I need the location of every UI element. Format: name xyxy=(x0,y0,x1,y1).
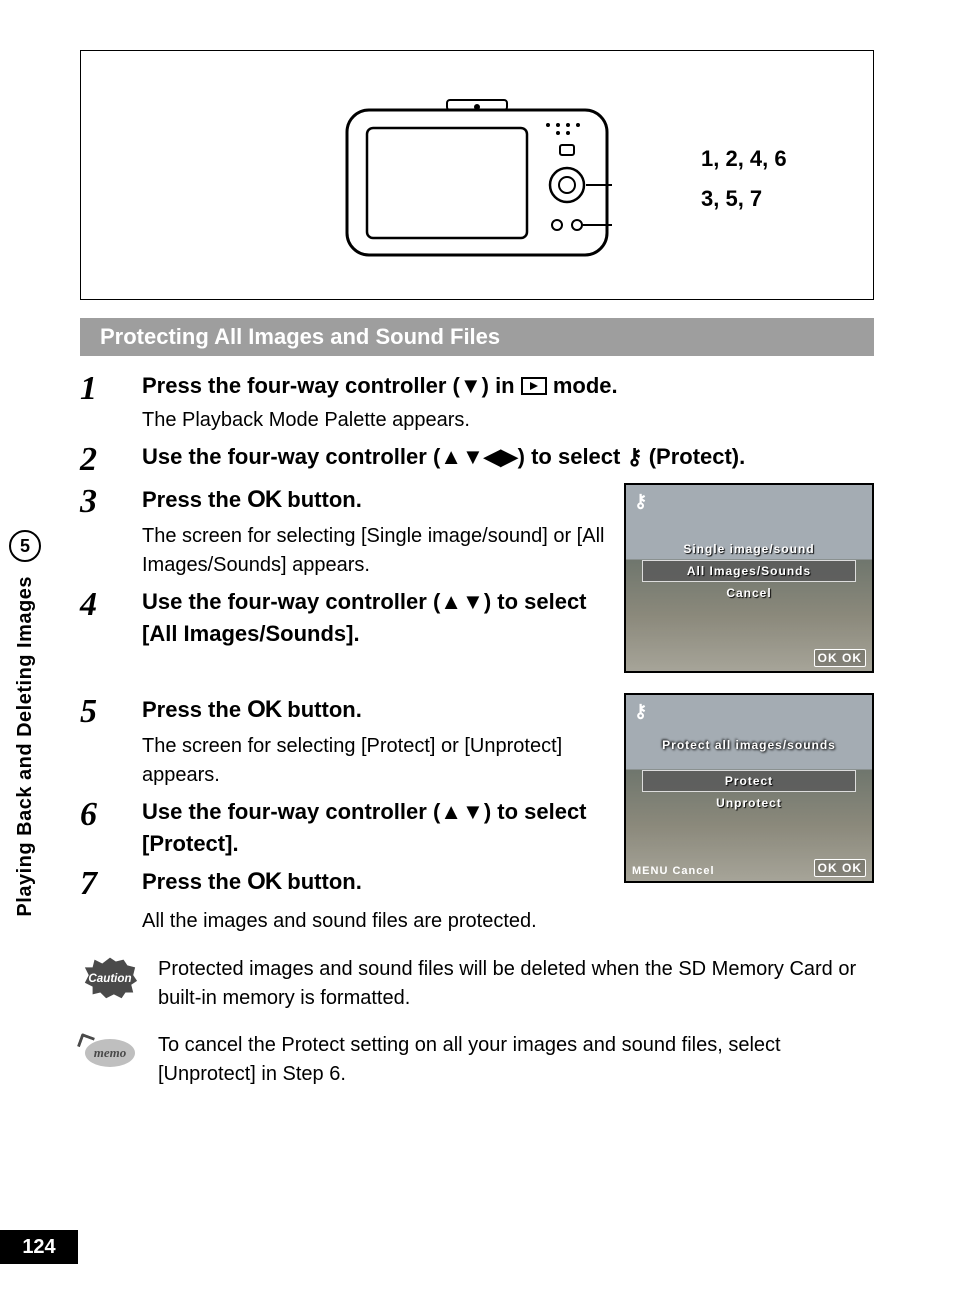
callout-top: 1, 2, 4, 6 xyxy=(701,146,787,172)
step-number: 3 xyxy=(80,483,120,519)
step-1: 1 Press the four-way controller (▼) in m… xyxy=(80,370,874,435)
caution-note: Caution Protected images and sound files… xyxy=(80,955,874,1013)
caution-text: Protected images and sound files will be… xyxy=(158,955,874,1013)
memo-note: memo To cancel the Protect setting on al… xyxy=(80,1031,874,1089)
step-number: 2 xyxy=(80,441,120,477)
ok-hint: OK OK xyxy=(814,649,866,667)
step-number: 6 xyxy=(80,796,120,832)
section-heading: Protecting All Images and Sound Files xyxy=(80,318,874,356)
playback-mode-icon xyxy=(521,377,547,395)
menu-option-selected: Protect xyxy=(642,770,856,792)
menu-cancel-hint: MENU Cancel xyxy=(632,865,715,877)
step-head-text: mode. xyxy=(553,373,618,398)
step-head-text: Press the four-way controller (▼) in xyxy=(142,373,521,398)
protect-key-icon: ⚷ xyxy=(634,491,648,512)
step-6: 6 Use the four-way controller (▲▼) to se… xyxy=(80,796,608,860)
step-heading: Press the four-way controller (▼) in mod… xyxy=(142,370,874,402)
ok-token: OK xyxy=(247,868,281,895)
ok-token: OK xyxy=(247,486,281,513)
lcd-screenshot-protect-action: ⚷ Protect all images/sounds Protect Unpr… xyxy=(624,693,874,883)
step-heading: Use the four-way controller (▲▼) to sele… xyxy=(142,586,608,650)
ok-token: OK xyxy=(247,696,281,723)
step-head-text: button. xyxy=(281,869,362,894)
step-head-text: button. xyxy=(281,697,362,722)
protect-key-icon: ⚷ xyxy=(634,701,648,722)
menu-option-selected: All Images/Sounds xyxy=(642,560,856,582)
step-subtext: The screen for selecting [Single image/s… xyxy=(142,522,608,580)
step-subtext: All the images and sound files are prote… xyxy=(142,907,874,936)
step-5: 5 Press the OK button. The screen for se… xyxy=(80,693,608,790)
menu-option: Cancel xyxy=(632,583,866,603)
step-number: 5 xyxy=(80,693,120,729)
step-heading: Press the OK button. xyxy=(142,693,608,728)
step-heading: Press the OK button. xyxy=(142,865,608,900)
screen-title: Protect all images/sounds xyxy=(632,735,866,755)
step-heading: Use the four-way controller (▲▼) to sele… xyxy=(142,796,608,860)
step-heading: Press the OK button. xyxy=(142,483,608,518)
caution-badge-icon: Caution xyxy=(80,955,140,999)
step-head-text: Press the xyxy=(142,869,247,894)
step-4: 4 Use the four-way controller (▲▼) to se… xyxy=(80,586,608,650)
step-subtext: The Playback Mode Palette appears. xyxy=(142,406,874,435)
step-subtext: The screen for selecting [Protect] or [U… xyxy=(142,732,608,790)
step-7: 7 Press the OK button. xyxy=(80,865,608,901)
step-head-text: button. xyxy=(281,487,362,512)
page-number: 124 xyxy=(0,1230,78,1264)
memo-badge-icon: memo xyxy=(80,1031,140,1075)
memo-label: memo xyxy=(94,1045,127,1061)
memo-text: To cancel the Protect setting on all you… xyxy=(158,1031,874,1089)
lcd-screenshot-select-scope: ⚷ Single image/sound All Images/Sounds C… xyxy=(624,483,874,673)
step-number: 1 xyxy=(80,370,120,406)
ok-hint: OK OK xyxy=(814,859,866,877)
svg-text:Caution: Caution xyxy=(88,972,131,985)
step-number: 7 xyxy=(80,865,120,901)
step-head-text: Press the xyxy=(142,487,247,512)
step-heading: Use the four-way controller (▲▼◀▶) to se… xyxy=(142,441,874,473)
menu-option: Single image/sound xyxy=(632,539,866,559)
callout-bottom: 3, 5, 7 xyxy=(701,186,762,212)
camera-illustration-frame: 1, 2, 4, 6 3, 5, 7 xyxy=(80,50,874,300)
step-number: 4 xyxy=(80,586,120,622)
camera-illustration xyxy=(342,90,612,260)
step-head-text: Press the xyxy=(142,697,247,722)
step-2: 2 Use the four-way controller (▲▼◀▶) to … xyxy=(80,441,874,477)
step-3: 3 Press the OK button. The screen for se… xyxy=(80,483,608,580)
menu-option: Unprotect xyxy=(632,793,866,813)
